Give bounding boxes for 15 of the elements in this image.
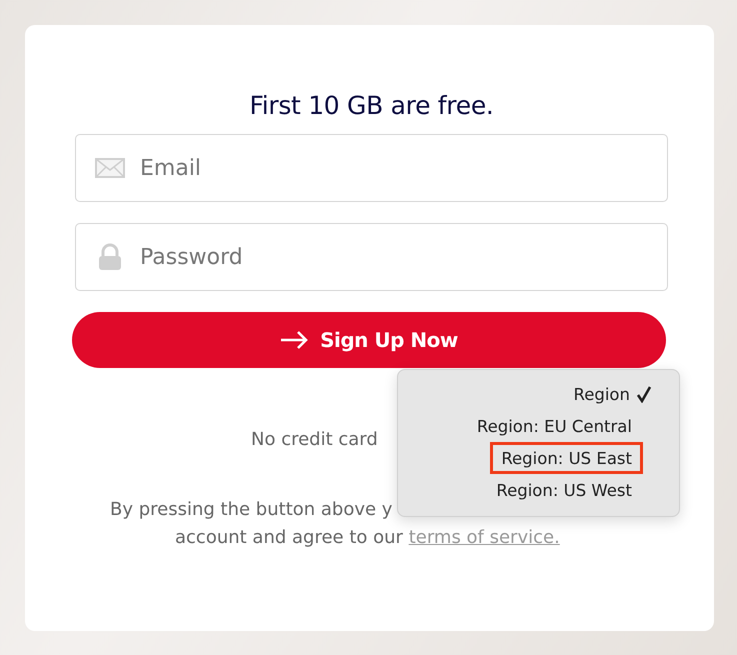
arrow-icon bbox=[280, 331, 308, 349]
menu-item[interactable]: Region: US West bbox=[485, 474, 643, 506]
envelope-icon bbox=[95, 158, 125, 178]
menu-item[interactable]: Region: US East bbox=[490, 442, 643, 474]
terms-text: account and agree to our terms of service. bbox=[175, 526, 560, 550]
terms-text: By pressing the button above y bbox=[110, 498, 392, 522]
note-text: No credit card bbox=[251, 428, 378, 452]
menu-item[interactable]: Region: EU Central bbox=[466, 410, 643, 442]
headline: First 10 GB are free. bbox=[248, 91, 495, 120]
email-field[interactable]: Email bbox=[75, 134, 668, 202]
menu-item[interactable]: Region bbox=[562, 378, 663, 410]
sign-up-button[interactable]: Sign Up Now bbox=[72, 312, 666, 368]
lock-icon bbox=[98, 243, 122, 271]
password-field[interactable]: Password bbox=[75, 223, 668, 291]
checkmark-icon bbox=[636, 385, 652, 403]
